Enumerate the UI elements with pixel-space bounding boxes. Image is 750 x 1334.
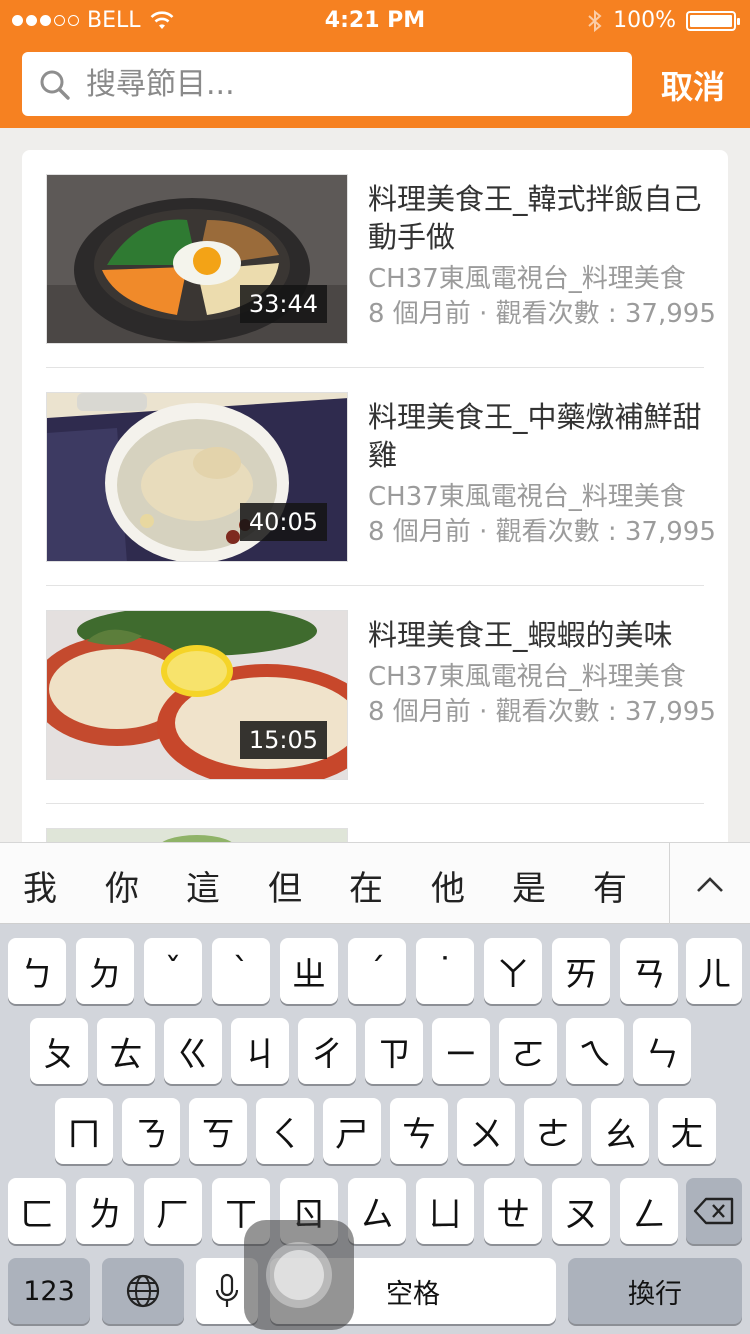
candidate-divider — [669, 843, 670, 925]
channel-name: CH37東風電視台_料理美食 — [368, 482, 686, 512]
key[interactable]: ㄓ — [280, 938, 338, 1004]
video-duration: 15:05 — [239, 721, 327, 759]
video-meta: 8 個月前 · 觀看次數 : 37,995 — [368, 299, 716, 329]
list-item[interactable]: 15:05 料理美食王_蝦蝦的美味 CH37東風電視台_料理美食 8 個月前 ·… — [46, 586, 716, 804]
candidate-word[interactable]: 是 — [499, 861, 559, 910]
video-thumbnail[interactable]: 40:05 — [46, 392, 348, 562]
key[interactable]: ˇ — [144, 938, 202, 1004]
battery-icon — [686, 10, 740, 31]
globe-key[interactable] — [102, 1258, 184, 1324]
chevron-up-icon[interactable] — [690, 865, 730, 905]
list-item[interactable]: 40:05 料理美食王_中藥燉補鮮甜雞 CH37東風電視台_料理美食 8 個月前… — [46, 368, 716, 586]
cancel-button[interactable]: 取消 — [648, 62, 738, 108]
status-bar: BELL 4:21 PM 100% — [0, 0, 750, 40]
video-title[interactable]: 料理美食王_韓式拌飯自己動手做 — [368, 180, 704, 256]
globe-icon — [126, 1274, 160, 1308]
video-meta: 8 個月前 · 觀看次數 : 37,995 — [368, 697, 716, 727]
key[interactable]: ㄩ — [416, 1178, 474, 1244]
candidate-word[interactable]: 你 — [92, 861, 152, 910]
key[interactable]: ㄍ — [164, 1018, 222, 1084]
candidate-word[interactable]: 我 — [10, 861, 70, 910]
key[interactable]: ㄆ — [30, 1018, 88, 1084]
search-bar[interactable] — [22, 52, 632, 116]
key[interactable]: ㄥ — [620, 1178, 678, 1244]
keyboard: ㄅ ㄉ ˇ ˋ ㄓ ˊ ˙ ㄚ ㄞ ㄢ ㄦ ㄆ ㄊ ㄍ ㄐ ㄔ ㄗ ㄧ ㄛ ㄟ … — [0, 924, 750, 1334]
key[interactable]: ㄨ — [457, 1098, 515, 1164]
video-duration: 40:05 — [239, 503, 327, 541]
key[interactable]: ˙ — [416, 938, 474, 1004]
results-list: 33:44 料理美食王_韓式拌飯自己動手做 CH37東風電視台_料理美食 8 個… — [22, 150, 728, 870]
search-input[interactable] — [86, 60, 616, 108]
key[interactable]: ㄞ — [552, 938, 610, 1004]
key[interactable]: ㄔ — [298, 1018, 356, 1084]
video-thumbnail[interactable]: 33:44 — [46, 174, 348, 344]
candidate-word[interactable]: 他 — [418, 861, 478, 910]
key[interactable]: ㄈ — [8, 1178, 66, 1244]
app-header: BELL 4:21 PM 100% 取消 — [0, 0, 750, 128]
key[interactable]: ㄣ — [633, 1018, 691, 1084]
video-duration: 33:44 — [239, 285, 327, 323]
list-item[interactable]: 33:44 料理美食王_韓式拌飯自己動手做 CH37東風電視台_料理美食 8 個… — [46, 150, 716, 368]
key[interactable]: ㄊ — [97, 1018, 155, 1084]
key[interactable]: ˊ — [348, 938, 406, 1004]
numbers-key[interactable]: 123 — [8, 1258, 90, 1324]
key[interactable]: ㄐ — [231, 1018, 289, 1084]
key[interactable]: ㄛ — [499, 1018, 557, 1084]
assistive-touch-button[interactable] — [244, 1220, 354, 1330]
search-icon — [40, 70, 70, 100]
candidate-word[interactable]: 但 — [255, 861, 315, 910]
video-thumbnail[interactable]: 15:05 — [46, 610, 348, 780]
channel-name: CH37東風電視台_料理美食 — [368, 264, 686, 294]
channel-name: CH37東風電視台_料理美食 — [368, 662, 686, 692]
video-title[interactable]: 料理美食王_中藥燉補鮮甜雞 — [368, 398, 704, 474]
key[interactable]: ㄜ — [524, 1098, 582, 1164]
key[interactable]: ㄎ — [189, 1098, 247, 1164]
battery-percent: 100% — [613, 8, 676, 33]
backspace-icon — [693, 1197, 734, 1225]
key[interactable]: ㄅ — [8, 938, 66, 1004]
candidate-word[interactable]: 這 — [173, 861, 233, 910]
backspace-key[interactable] — [686, 1178, 742, 1244]
key[interactable]: ㄢ — [620, 938, 678, 1004]
key[interactable]: ㄚ — [484, 938, 542, 1004]
key[interactable]: ㄦ — [686, 938, 742, 1004]
status-right: 100% — [587, 8, 740, 33]
video-meta: 8 個月前 · 觀看次數 : 37,995 — [368, 517, 716, 547]
key[interactable]: ㄟ — [566, 1018, 624, 1084]
video-title[interactable]: 料理美食王_蝦蝦的美味 — [368, 616, 704, 654]
key[interactable]: ㄧ — [432, 1018, 490, 1084]
key[interactable]: ㄇ — [55, 1098, 113, 1164]
key[interactable]: ㄋ — [122, 1098, 180, 1164]
key[interactable]: ㄝ — [484, 1178, 542, 1244]
key[interactable]: ㄘ — [390, 1098, 448, 1164]
key[interactable]: ˋ — [212, 938, 270, 1004]
key[interactable]: ㄌ — [76, 1178, 134, 1244]
key[interactable]: ㄡ — [552, 1178, 610, 1244]
candidate-word[interactable]: 在 — [336, 861, 396, 910]
bluetooth-icon — [588, 9, 602, 32]
candidate-word[interactable]: 有 — [580, 861, 640, 910]
key[interactable]: ㄉ — [76, 938, 134, 1004]
key[interactable]: ㄠ — [591, 1098, 649, 1164]
key[interactable]: ㄤ — [658, 1098, 716, 1164]
return-key[interactable]: 換行 — [568, 1258, 742, 1324]
key[interactable]: ㄑ — [256, 1098, 314, 1164]
key[interactable]: ㄕ — [323, 1098, 381, 1164]
key[interactable]: ㄙ — [348, 1178, 406, 1244]
microphone-icon — [215, 1273, 239, 1307]
key[interactable]: ㄗ — [365, 1018, 423, 1084]
key[interactable]: ㄏ — [144, 1178, 202, 1244]
candidate-bar: 我 你 這 但 在 他 是 有 — [0, 842, 750, 925]
